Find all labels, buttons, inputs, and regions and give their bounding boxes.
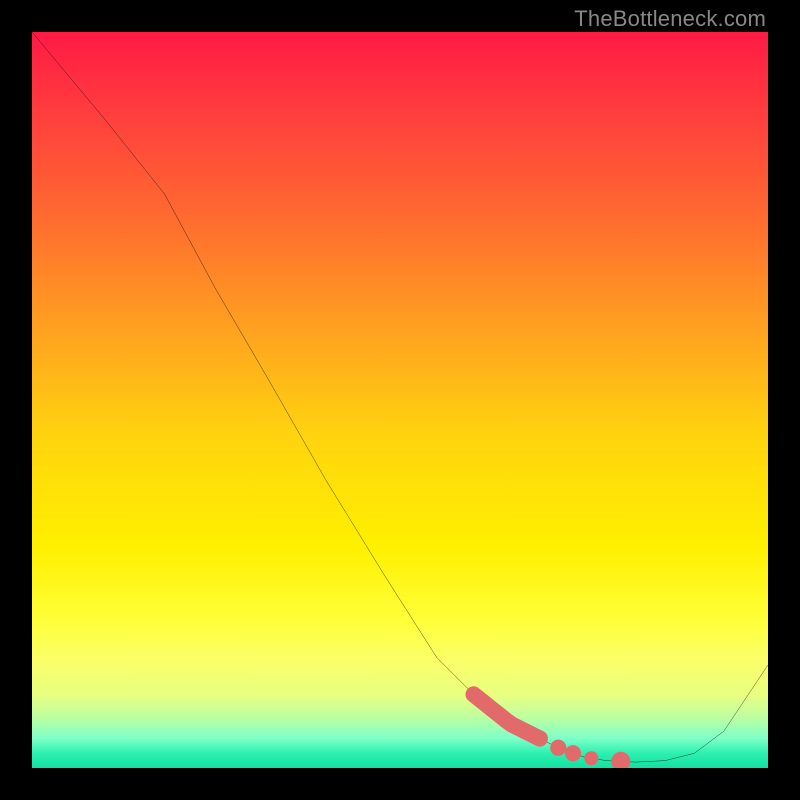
highlight-band xyxy=(474,694,540,738)
highlight-dot xyxy=(565,745,581,761)
highlight-dot xyxy=(584,751,598,765)
watermark-text: TheBottleneck.com xyxy=(574,6,766,32)
highlight-dots xyxy=(550,740,630,768)
plot-area xyxy=(32,32,768,768)
chart-frame: TheBottleneck.com xyxy=(0,0,800,800)
chart-svg xyxy=(32,32,768,768)
highlight-dot xyxy=(611,752,630,768)
highlight-dot xyxy=(550,740,566,756)
bottleneck-curve-line xyxy=(32,32,768,762)
